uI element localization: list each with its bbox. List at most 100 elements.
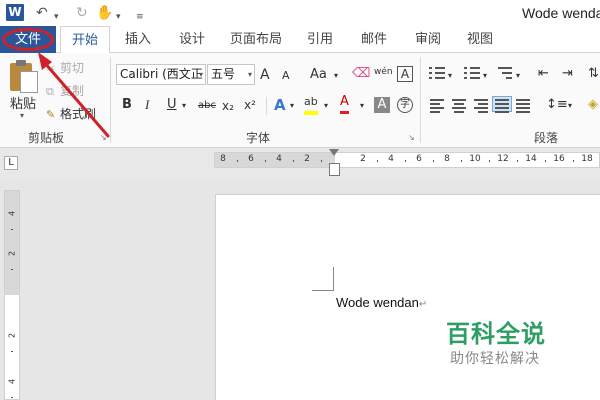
font-launcher-icon[interactable]: ↘	[408, 133, 415, 142]
format-painter-button[interactable]: ✎ 格式刷	[46, 105, 96, 122]
ruler-tick-label: 18	[581, 154, 593, 164]
ruler-tick-label: 6	[248, 154, 254, 164]
text-effects-icon[interactable]: A	[274, 96, 286, 114]
document-page[interactable]: Wode wendan↵	[215, 194, 600, 400]
vertical-ruler-tick-mark	[11, 229, 13, 230]
multilevel-dropdown-icon[interactable]: ▾	[516, 67, 520, 85]
paste-button[interactable]	[8, 59, 42, 93]
bold-icon[interactable]: B	[122, 96, 132, 114]
align-center-icon[interactable]	[450, 97, 470, 113]
paste-label[interactable]: 粘贴	[10, 93, 36, 112]
subscript-icon[interactable]: x₂	[222, 97, 234, 115]
tab-mailings[interactable]: 邮件	[354, 26, 394, 53]
customize-toolbar-icon[interactable]: ≡	[136, 8, 144, 26]
italic-icon[interactable]: I	[145, 96, 149, 114]
tab-selector[interactable]: L	[4, 156, 18, 170]
vertical-ruler[interactable]: 4 2 2 4	[4, 190, 20, 400]
tab-review[interactable]: 审阅	[408, 26, 448, 53]
redo-icon[interactable]: ↻	[76, 4, 88, 22]
font-size-select[interactable]: 五号 ▾	[207, 64, 255, 85]
bullets-dropdown-icon[interactable]: ▾	[448, 67, 452, 85]
font-color-icon[interactable]: A	[340, 93, 349, 114]
tab-home[interactable]: 开始	[60, 26, 110, 54]
phonetic-guide-icon[interactable]: wén	[374, 63, 393, 81]
clear-formatting-icon[interactable]: ⌫	[352, 65, 370, 83]
bullet-dot	[429, 67, 432, 69]
underline-icon[interactable]: U	[167, 96, 177, 114]
font-family-select[interactable]: Calibri (西文正 ▾	[116, 64, 206, 85]
tab-insert[interactable]: 插入	[118, 26, 158, 53]
clipboard-launcher-icon[interactable]: ↘	[100, 133, 107, 142]
vertical-ruler-tick-label: 2	[7, 250, 17, 257]
align-line	[454, 103, 464, 105]
distributed-icon[interactable]	[514, 97, 534, 113]
shrink-font-icon[interactable]: A	[282, 67, 290, 85]
change-case-icon[interactable]: Aa	[310, 66, 327, 84]
bullets-icon[interactable]	[427, 65, 447, 81]
chinese-layout-icon[interactable]: ⇅	[588, 65, 599, 83]
multilevel-list-icon[interactable]	[496, 65, 516, 81]
vertical-ruler-tick-label: 4	[7, 210, 17, 217]
first-line-indent-marker[interactable]	[329, 149, 339, 156]
ribbon-tabs: 文件 开始 插入 设计 页面布局 引用 邮件 审阅 视图	[0, 26, 600, 54]
undo-dropdown-icon[interactable]: ▾	[54, 8, 59, 26]
text-effects-dropdown-icon[interactable]: ▾	[290, 97, 294, 115]
number-mark	[464, 72, 467, 74]
copy-label: 复制	[60, 84, 85, 98]
cut-button[interactable]: ✂ 剪切	[46, 59, 84, 76]
paste-dropdown-icon[interactable]: ▾	[20, 111, 24, 120]
case-dropdown-icon[interactable]: ▾	[334, 67, 338, 85]
window-title: Wode wendan	[522, 5, 600, 21]
ruler-tick-label: 12	[497, 154, 509, 164]
touch-dropdown-icon[interactable]: ▾	[116, 8, 121, 26]
increase-indent-icon[interactable]: ⇥	[562, 65, 573, 83]
ruler-tick-mark	[293, 160, 294, 162]
tab-file[interactable]: 文件	[0, 26, 56, 53]
align-line	[478, 111, 488, 113]
word-app-icon[interactable]: W	[6, 4, 24, 21]
highlight-icon[interactable]: ab	[304, 93, 318, 115]
enclose-characters-icon[interactable]: 字	[397, 97, 413, 113]
tab-design[interactable]: 设计	[172, 26, 212, 53]
tab-view[interactable]: 视图	[460, 26, 500, 53]
undo-icon[interactable]: ↶	[36, 4, 48, 22]
vertical-ruler-tick-label: 2	[7, 332, 17, 339]
superscript-icon[interactable]: x²	[244, 96, 256, 114]
document-text[interactable]: Wode wendan↵	[336, 295, 427, 310]
grow-font-icon[interactable]: A	[260, 66, 270, 84]
horizontal-ruler[interactable]: 8 6 4 2 2 4 6 8 10 12 14 16 18	[214, 152, 600, 168]
left-indent-marker[interactable]	[329, 163, 340, 176]
align-left-icon[interactable]	[428, 97, 448, 113]
copy-button[interactable]: ⧉ 复制	[46, 82, 84, 99]
list-line	[498, 67, 512, 69]
align-line	[452, 107, 466, 109]
character-border-icon[interactable]: A	[397, 66, 413, 82]
number-mark	[464, 67, 467, 69]
line-spacing-dropdown-icon[interactable]: ▾	[568, 97, 572, 115]
tab-page-layout[interactable]: 页面布局	[226, 26, 286, 53]
vertical-ruler-tick-mark	[11, 397, 13, 398]
ruler-tick-mark	[433, 160, 434, 162]
decrease-indent-icon[interactable]: ⇤	[538, 65, 549, 83]
tab-references[interactable]: 引用	[300, 26, 340, 53]
numbering-dropdown-icon[interactable]: ▾	[483, 67, 487, 85]
strikethrough-icon[interactable]: abc	[198, 97, 216, 115]
line-spacing-icon[interactable]: ↕≡	[546, 96, 568, 114]
ruler-tick-mark	[545, 160, 546, 162]
character-shading-icon[interactable]: A	[374, 97, 390, 113]
numbering-icon[interactable]	[462, 65, 482, 81]
touch-mode-icon[interactable]: ✋	[96, 4, 113, 22]
shading-icon[interactable]: ◈	[588, 96, 598, 114]
align-line	[478, 103, 488, 105]
font-color-dropdown-icon[interactable]: ▾	[360, 97, 364, 115]
align-right-icon[interactable]	[472, 97, 492, 113]
align-line	[516, 111, 530, 113]
justify-icon[interactable]	[492, 96, 512, 113]
bullet-dot	[429, 72, 432, 74]
vertical-ruler-tick-mark	[11, 269, 13, 270]
underline-dropdown-icon[interactable]: ▾	[182, 97, 186, 115]
ruler-tick-mark	[321, 160, 322, 162]
group-divider	[110, 57, 111, 143]
align-line	[495, 107, 509, 109]
highlight-dropdown-icon[interactable]: ▾	[324, 97, 328, 115]
